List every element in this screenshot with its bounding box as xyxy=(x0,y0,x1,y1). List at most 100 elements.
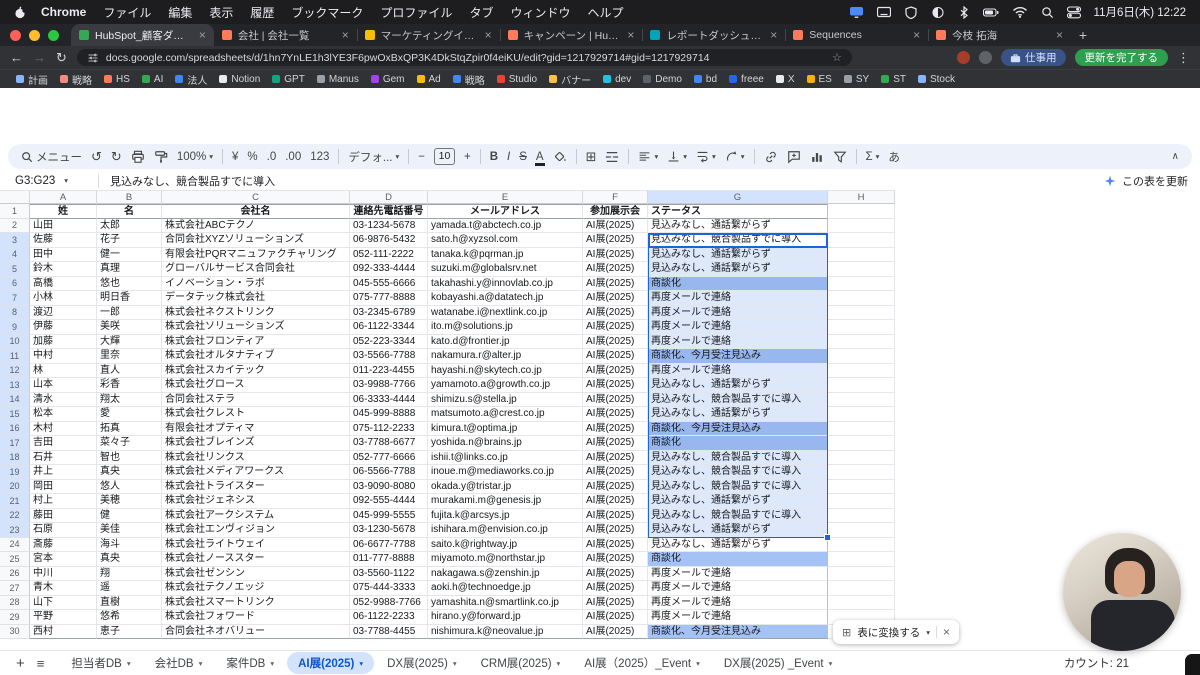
cell-B3[interactable]: 花子 xyxy=(97,233,162,248)
cell-C4[interactable]: 有限会社PQRマニュファクチャリング xyxy=(162,248,350,263)
input-tools-button[interactable]: あ xyxy=(888,149,900,165)
decrease-decimal-button[interactable]: .0 xyxy=(267,151,277,163)
cell-D24[interactable]: 06-6677-7788 xyxy=(350,538,428,553)
cell-H20[interactable] xyxy=(828,480,895,495)
search-icon[interactable] xyxy=(1041,6,1054,19)
text-color-button[interactable]: A xyxy=(536,151,544,163)
cell-G2[interactable]: 見込みなし、通話繋がらず xyxy=(648,219,828,234)
tab-close-icon[interactable]: × xyxy=(770,28,777,42)
cell-A23[interactable]: 石原 xyxy=(30,523,97,538)
cell-D19[interactable]: 06-5566-7788 xyxy=(350,465,428,480)
back-icon[interactable]: ← xyxy=(10,51,23,64)
text-rotate-button[interactable]: ▾ xyxy=(725,150,745,163)
column-header-C[interactable]: C xyxy=(162,190,350,204)
row-header-8[interactable]: 8 xyxy=(0,306,30,321)
cell-C17[interactable]: 株式会社ブレインズ xyxy=(162,436,350,451)
cell-B11[interactable]: 里奈 xyxy=(97,349,162,364)
cell-C16[interactable]: 有限会社オプティマ xyxy=(162,422,350,437)
cell-H27[interactable] xyxy=(828,581,895,596)
cell-E12[interactable]: hayashi.n@skytech.co.jp xyxy=(428,364,583,379)
chevron-down-icon[interactable]: ▾ xyxy=(696,659,700,668)
cell-E20[interactable]: okada.y@tristar.jp xyxy=(428,480,583,495)
cell-E28[interactable]: yamashita.n@smartlink.co.jp xyxy=(428,596,583,611)
browser-tab[interactable]: 今枝 拓海× xyxy=(928,24,1071,46)
cell-C21[interactable]: 株式会社ジェネシス xyxy=(162,494,350,509)
cell-G23[interactable]: 見込みなし、通話繋がらず xyxy=(648,523,828,538)
currency-format-button[interactable]: ¥ xyxy=(232,151,238,163)
font-size-input[interactable]: 10 xyxy=(434,148,455,165)
bookmark-item[interactable]: Demo xyxy=(637,74,688,85)
cell-E21[interactable]: murakami.m@genesis.jp xyxy=(428,494,583,509)
sheet-tab[interactable]: DX展(2025)▾ xyxy=(376,652,467,674)
cell-B6[interactable]: 悠也 xyxy=(97,277,162,292)
cell-C29[interactable]: 株式会社フォワード xyxy=(162,610,350,625)
menubar-item[interactable]: タブ xyxy=(469,4,493,21)
cell-D25[interactable]: 011-777-8888 xyxy=(350,552,428,567)
shield-icon[interactable] xyxy=(904,6,918,19)
update-table-button[interactable]: この表を更新 xyxy=(1104,171,1188,190)
bookmark-item[interactable]: Stock xyxy=(912,74,961,85)
moon-icon[interactable] xyxy=(931,6,945,19)
cell-B14[interactable]: 翔太 xyxy=(97,393,162,408)
cell-G24[interactable]: 見込みなし、通話繋がらず xyxy=(648,538,828,553)
fill-color-icon[interactable] xyxy=(553,150,567,164)
increase-font-size-button[interactable]: + xyxy=(464,151,471,163)
cell-A24[interactable]: 斎藤 xyxy=(30,538,97,553)
cell-B28[interactable]: 直樹 xyxy=(97,596,162,611)
cell-D14[interactable]: 06-3333-4444 xyxy=(350,393,428,408)
cell-A16[interactable]: 木村 xyxy=(30,422,97,437)
cell-G13[interactable]: 見込みなし、通話繋がらず xyxy=(648,378,828,393)
extension-icon[interactable] xyxy=(957,51,970,64)
battery-icon[interactable] xyxy=(983,7,999,18)
cell-E6[interactable]: takahashi.y@innovlab.co.jp xyxy=(428,277,583,292)
address-bar[interactable]: docs.google.com/spreadsheets/d/1hn7YnLE1… xyxy=(77,49,852,66)
cell-H21[interactable] xyxy=(828,494,895,509)
row-header-26[interactable]: 26 xyxy=(0,567,30,582)
chevron-down-icon[interactable]: ▾ xyxy=(270,659,274,668)
cell-G16[interactable]: 商談化、今月受注見込み xyxy=(648,422,828,437)
cell-B17[interactable]: 菜々子 xyxy=(97,436,162,451)
cell-A8[interactable]: 渡辺 xyxy=(30,306,97,321)
cell-C26[interactable]: 株式会社ゼンシン xyxy=(162,567,350,582)
cell-E5[interactable]: suzuki.m@globalsrv.net xyxy=(428,262,583,277)
cell-D29[interactable]: 06-1122-2233 xyxy=(350,610,428,625)
name-box[interactable]: G3:G23 ▾ xyxy=(0,175,98,187)
column-header-G[interactable]: G xyxy=(648,190,828,204)
cell-F15[interactable]: AI展(2025) xyxy=(583,407,648,422)
cell-F27[interactable]: AI展(2025) xyxy=(583,581,648,596)
cell-B21[interactable]: 美穂 xyxy=(97,494,162,509)
cell-F18[interactable]: AI展(2025) xyxy=(583,451,648,466)
cell-A22[interactable]: 藤田 xyxy=(30,509,97,524)
cell-A10[interactable]: 加藤 xyxy=(30,335,97,350)
cell-G19[interactable]: 見込みなし、競合製品すでに導入 xyxy=(648,465,828,480)
cell-C23[interactable]: 株式会社エンヴィジョン xyxy=(162,523,350,538)
row-header-5[interactable]: 5 xyxy=(0,262,30,277)
extension-icon[interactable] xyxy=(979,51,992,64)
column-header-D[interactable]: D xyxy=(350,190,428,204)
cell-D30[interactable]: 03-7788-4455 xyxy=(350,625,428,640)
row-header-10[interactable]: 10 xyxy=(0,335,30,350)
bookmark-item[interactable]: 法人 xyxy=(169,72,213,87)
cell-D26[interactable]: 03-5560-1122 xyxy=(350,567,428,582)
text-wrap-button[interactable]: ▾ xyxy=(696,150,716,163)
cell-B7[interactable]: 明日香 xyxy=(97,291,162,306)
cell-H5[interactable] xyxy=(828,262,895,277)
cell-C30[interactable]: 合同会社ネオバリュー xyxy=(162,625,350,640)
cell-H22[interactable] xyxy=(828,509,895,524)
row-header-12[interactable]: 12 xyxy=(0,364,30,379)
cell-A5[interactable]: 鈴木 xyxy=(30,262,97,277)
cell-A29[interactable]: 平野 xyxy=(30,610,97,625)
redo-icon[interactable]: ↻ xyxy=(111,149,122,165)
cell-B8[interactable]: 一郎 xyxy=(97,306,162,321)
cell-H10[interactable] xyxy=(828,335,895,350)
bookmark-item[interactable]: HS xyxy=(98,74,136,85)
new-tab-button[interactable]: + xyxy=(1071,24,1095,46)
cell-B18[interactable]: 智也 xyxy=(97,451,162,466)
cell-D3[interactable]: 06-9876-5432 xyxy=(350,233,428,248)
cell-A20[interactable]: 岡田 xyxy=(30,480,97,495)
horizontal-align-button[interactable]: ▾ xyxy=(638,150,658,163)
cell-C25[interactable]: 株式会社ノーススター xyxy=(162,552,350,567)
row-header-9[interactable]: 9 xyxy=(0,320,30,335)
row-header-22[interactable]: 22 xyxy=(0,509,30,524)
chevron-down-icon[interactable]: ▾ xyxy=(127,659,131,668)
